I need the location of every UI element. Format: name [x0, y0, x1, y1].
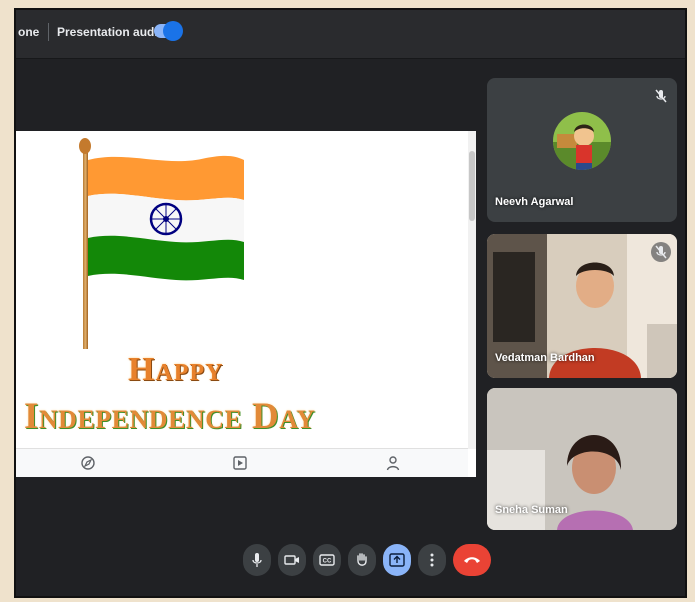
more-options-button[interactable] [418, 544, 446, 576]
scrollbar-thumb[interactable] [469, 151, 475, 221]
toggle-knob [163, 21, 183, 41]
play-slide-icon[interactable] [232, 455, 248, 471]
indian-flag-image [88, 155, 244, 281]
mic-muted-icon [655, 89, 667, 103]
present-icon [389, 553, 405, 567]
microphone-button[interactable] [243, 544, 271, 576]
slide-scrollbar[interactable] [468, 131, 476, 449]
more-options-icon [430, 553, 434, 567]
meet-window: one Presentation audio Happy Independenc… [14, 8, 687, 598]
slide-heading-happy: Happy [128, 351, 224, 388]
raise-hand-icon [357, 553, 367, 566]
person-icon[interactable] [385, 455, 401, 471]
compass-icon[interactable] [80, 455, 96, 471]
call-controls: CC [16, 544, 685, 580]
end-call-button[interactable] [453, 544, 491, 576]
avatar [553, 112, 611, 170]
participant-tile-sneha[interactable]: Sneha Suman [487, 388, 677, 530]
participant-name: Vedatman Bardhan [495, 352, 595, 364]
presentation-audio-label: Presentation audio [57, 25, 166, 39]
divider [48, 23, 49, 41]
participant-tile-vedatman[interactable]: Vedatman Bardhan [487, 234, 677, 378]
presentation-audio-toggle[interactable] [154, 21, 183, 41]
svg-text:CC: CC [323, 559, 332, 565]
captions-button[interactable]: CC [313, 544, 341, 576]
presentation-slide: Happy Independence Day [16, 131, 476, 477]
mic-muted-icon [651, 242, 671, 262]
top-bar: one Presentation audio [16, 10, 685, 59]
captions-icon: CC [319, 554, 335, 566]
microphone-icon [252, 553, 262, 567]
participant-name: Neevh Agarwal [495, 196, 574, 208]
slide-heading-independence-day: Independence Day [24, 396, 316, 437]
raise-hand-button[interactable] [348, 544, 376, 576]
camera-button[interactable] [278, 544, 306, 576]
participant-tile-neevh[interactable]: Neevh Agarwal [487, 78, 677, 222]
participant-name: Sneha Suman [495, 504, 568, 516]
top-bar-cut-text: one [18, 25, 40, 39]
camera-icon [284, 555, 299, 565]
present-button[interactable] [383, 544, 411, 576]
slide-toolbar [16, 448, 468, 477]
end-call-icon [464, 557, 480, 563]
